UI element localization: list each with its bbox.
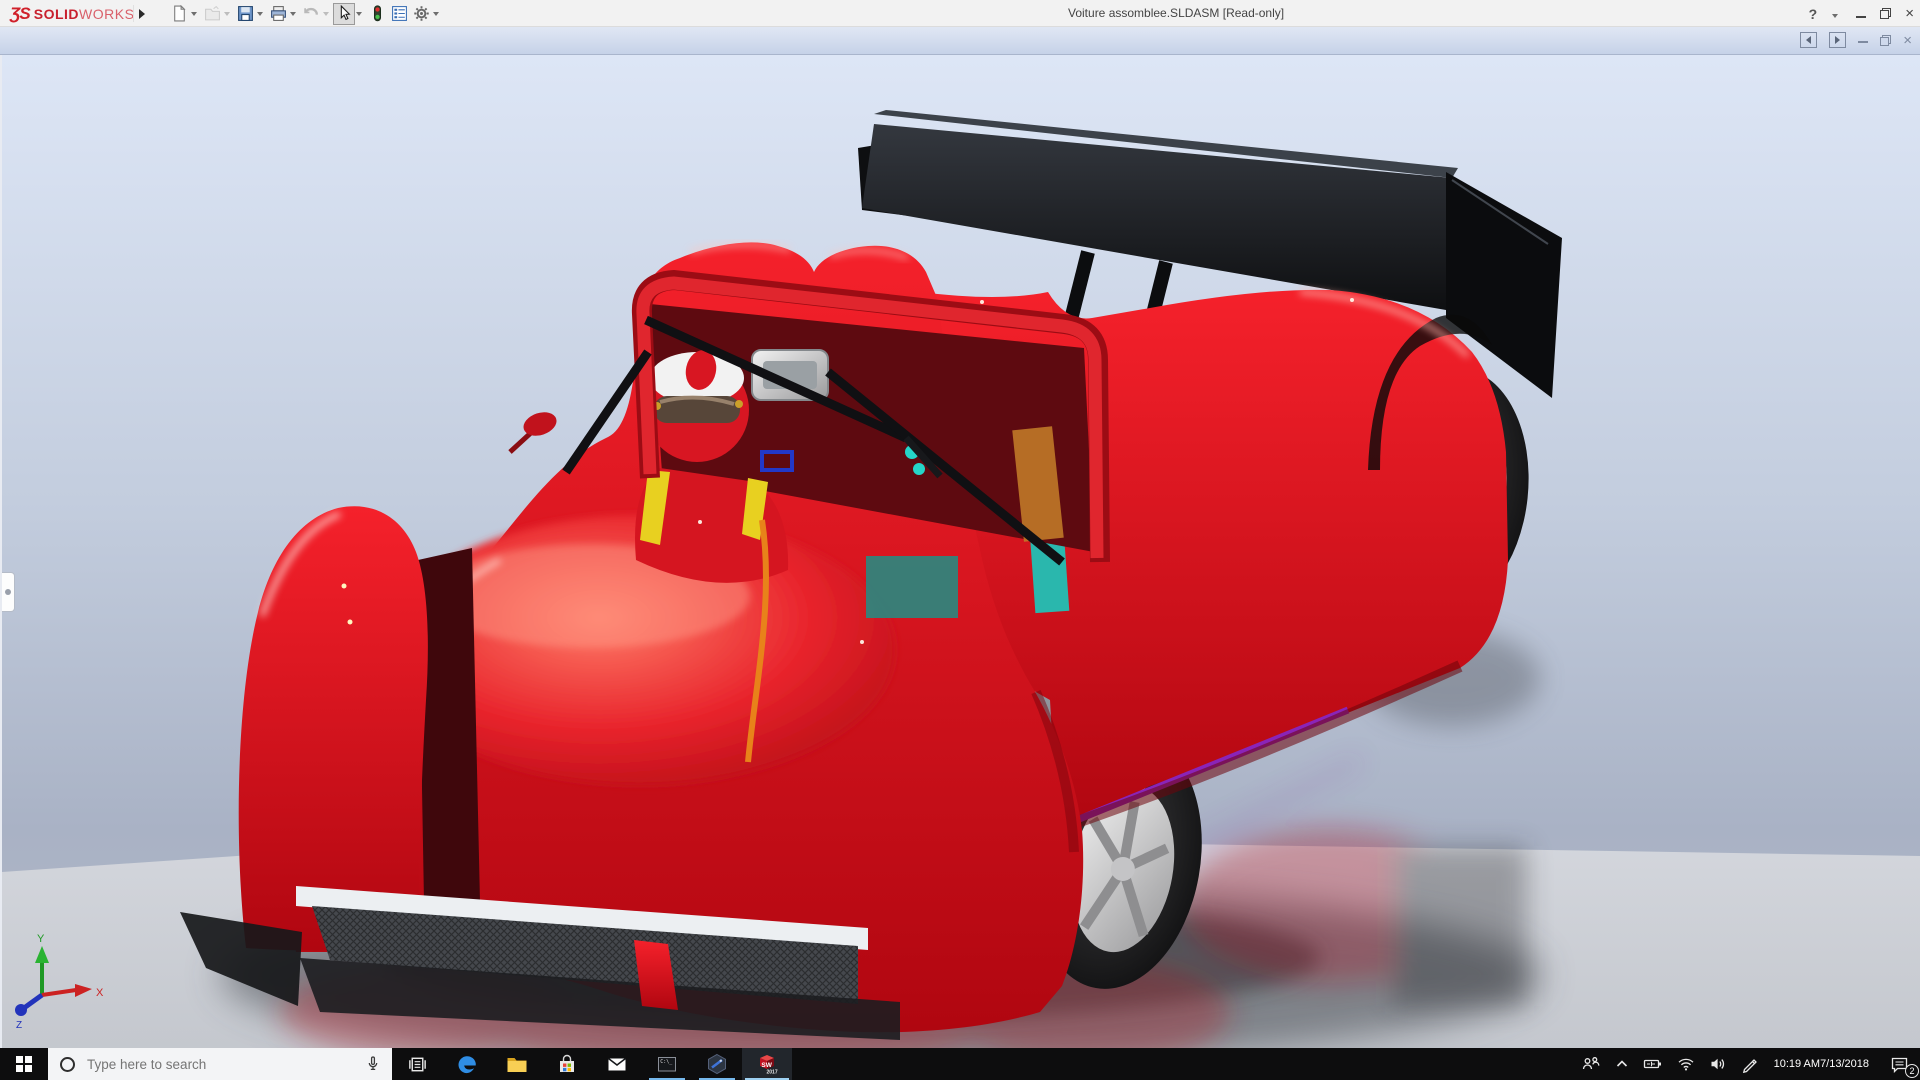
help-dropdown[interactable] (1832, 13, 1839, 18)
people-button[interactable] (1574, 1048, 1608, 1080)
microphone-icon[interactable] (364, 1055, 382, 1073)
brand-works: WORKS (79, 5, 135, 22)
search-input[interactable] (87, 1056, 364, 1072)
mail-icon (608, 1057, 626, 1071)
svg-text:Z: Z (16, 1020, 22, 1031)
3d-viewport[interactable]: Y X Z (2, 55, 1920, 1048)
document-restore-button[interactable] (1880, 34, 1892, 46)
edge-button[interactable] (442, 1048, 492, 1080)
open-folder-icon (204, 5, 220, 21)
save-floppy-icon (237, 6, 253, 21)
volume-button[interactable] (1702, 1048, 1734, 1080)
minimize-button[interactable] (1856, 9, 1867, 19)
solidworks-window: ƷS SOLID WORKS Voiture assomblee.SLDASM … (0, 0, 1920, 1080)
solidworks-logo: ƷS SOLID WORKS (10, 1, 134, 26)
edrawings-button[interactable] (692, 1048, 742, 1080)
chevron-up-icon (1616, 1060, 1627, 1067)
select-button[interactable] (333, 2, 355, 25)
battery-button[interactable] (1636, 1048, 1670, 1080)
svg-text:2017: 2017 (767, 1070, 778, 1076)
undo-dropdown[interactable] (323, 11, 329, 16)
select-cursor-icon (340, 5, 351, 21)
command-prompt-icon: C:\_ (658, 1057, 676, 1072)
pen-icon (1742, 1058, 1757, 1073)
help-icon[interactable]: ? (1809, 6, 1818, 22)
windows-taskbar: C:\_ SW 2017 (0, 1048, 1920, 1080)
start-button[interactable] (0, 1048, 48, 1080)
store-icon (560, 1054, 574, 1072)
print-button[interactable] (267, 3, 289, 25)
people-icon (1582, 1057, 1600, 1070)
save-dropdown[interactable] (257, 11, 263, 16)
battery-icon (1643, 1059, 1661, 1069)
svg-text:X: X (96, 987, 104, 999)
new-document-dropdown[interactable] (191, 11, 197, 16)
document-window-bar: × (0, 27, 1920, 55)
svg-text:SW: SW (761, 1062, 772, 1069)
solidworks-taskbar-button[interactable]: SW 2017 (742, 1048, 792, 1080)
ds-logo-icon: ƷS (10, 3, 31, 23)
open-dropdown[interactable] (224, 11, 230, 16)
tab-handle-dot (5, 589, 11, 595)
gear-icon (413, 6, 429, 21)
tray-date: 7/13/2018 (1820, 1057, 1869, 1070)
display-pane-icon (391, 6, 407, 21)
show-hidden-icons-button[interactable] (1608, 1048, 1636, 1080)
wifi-button[interactable] (1670, 1048, 1702, 1080)
display-pane-button[interactable] (388, 3, 410, 25)
graphics-area[interactable]: Y X Z *Dimetric (0, 55, 1920, 1080)
command-prompt-button[interactable]: C:\_ (642, 1048, 692, 1080)
notification-badge: 2 (1905, 1064, 1919, 1078)
svg-text:C:\_: C:\_ (660, 1059, 673, 1065)
previous-view-button[interactable] (1800, 32, 1818, 48)
file-explorer-button[interactable] (492, 1048, 542, 1080)
solidworks-app-icon: SW 2017 (760, 1055, 778, 1076)
window-title: Voiture assomblee.SLDASM [Read-only] (1068, 6, 1285, 20)
document-window-controls: × (1800, 32, 1912, 48)
brand-solid: SOLID (33, 5, 80, 22)
next-view-button[interactable] (1829, 32, 1847, 48)
close-button[interactable]: × (1905, 6, 1914, 21)
menu-flyout-arrow-icon[interactable] (133, 5, 149, 22)
system-tray: 10:19 AM 7/13/2018 2 (1574, 1048, 1920, 1080)
action-center-button[interactable]: 2 (1878, 1048, 1920, 1080)
new-document-icon (173, 5, 186, 22)
tray-time: 10:19 AM (1773, 1057, 1821, 1070)
clock[interactable]: 10:19 AM 7/13/2018 (1765, 1048, 1878, 1080)
speaker-icon (1711, 1058, 1724, 1070)
print-dropdown[interactable] (290, 11, 296, 16)
restore-button[interactable] (1880, 8, 1892, 19)
store-button[interactable] (542, 1048, 592, 1080)
hexagon-app-icon (708, 1053, 726, 1075)
windows-logo-icon (16, 1056, 32, 1072)
document-close-button[interactable]: × (1903, 33, 1912, 48)
print-icon (270, 6, 286, 21)
open-button[interactable] (201, 3, 223, 25)
mail-button[interactable] (592, 1048, 642, 1080)
document-minimize-button[interactable] (1858, 35, 1869, 45)
cortana-icon (60, 1056, 75, 1072)
options-dropdown[interactable] (433, 11, 439, 16)
view-settings-button[interactable] (366, 3, 388, 25)
title-bar: ƷS SOLID WORKS Voiture assomblee.SLDASM … (0, 0, 1920, 27)
window-controls: ? × (1809, 0, 1914, 27)
new-document-button[interactable] (168, 3, 190, 25)
undo-button[interactable] (300, 3, 322, 25)
undo-icon (303, 7, 318, 15)
taskbar-search[interactable] (48, 1048, 392, 1080)
save-button[interactable] (234, 3, 256, 25)
wifi-icon (1678, 1058, 1694, 1071)
select-dropdown[interactable] (356, 11, 362, 16)
quick-access-toolbar (168, 2, 443, 25)
task-view-button[interactable] (392, 1048, 442, 1080)
pen-button[interactable] (1734, 1048, 1765, 1080)
svg-text:Y: Y (37, 933, 45, 945)
traffic-light-icon (373, 5, 381, 22)
edge-icon (458, 1056, 476, 1074)
folder-icon (507, 1058, 527, 1072)
task-view-icon (408, 1057, 426, 1071)
feature-tree-collapse-tab[interactable] (2, 572, 15, 612)
options-button[interactable] (410, 3, 432, 25)
